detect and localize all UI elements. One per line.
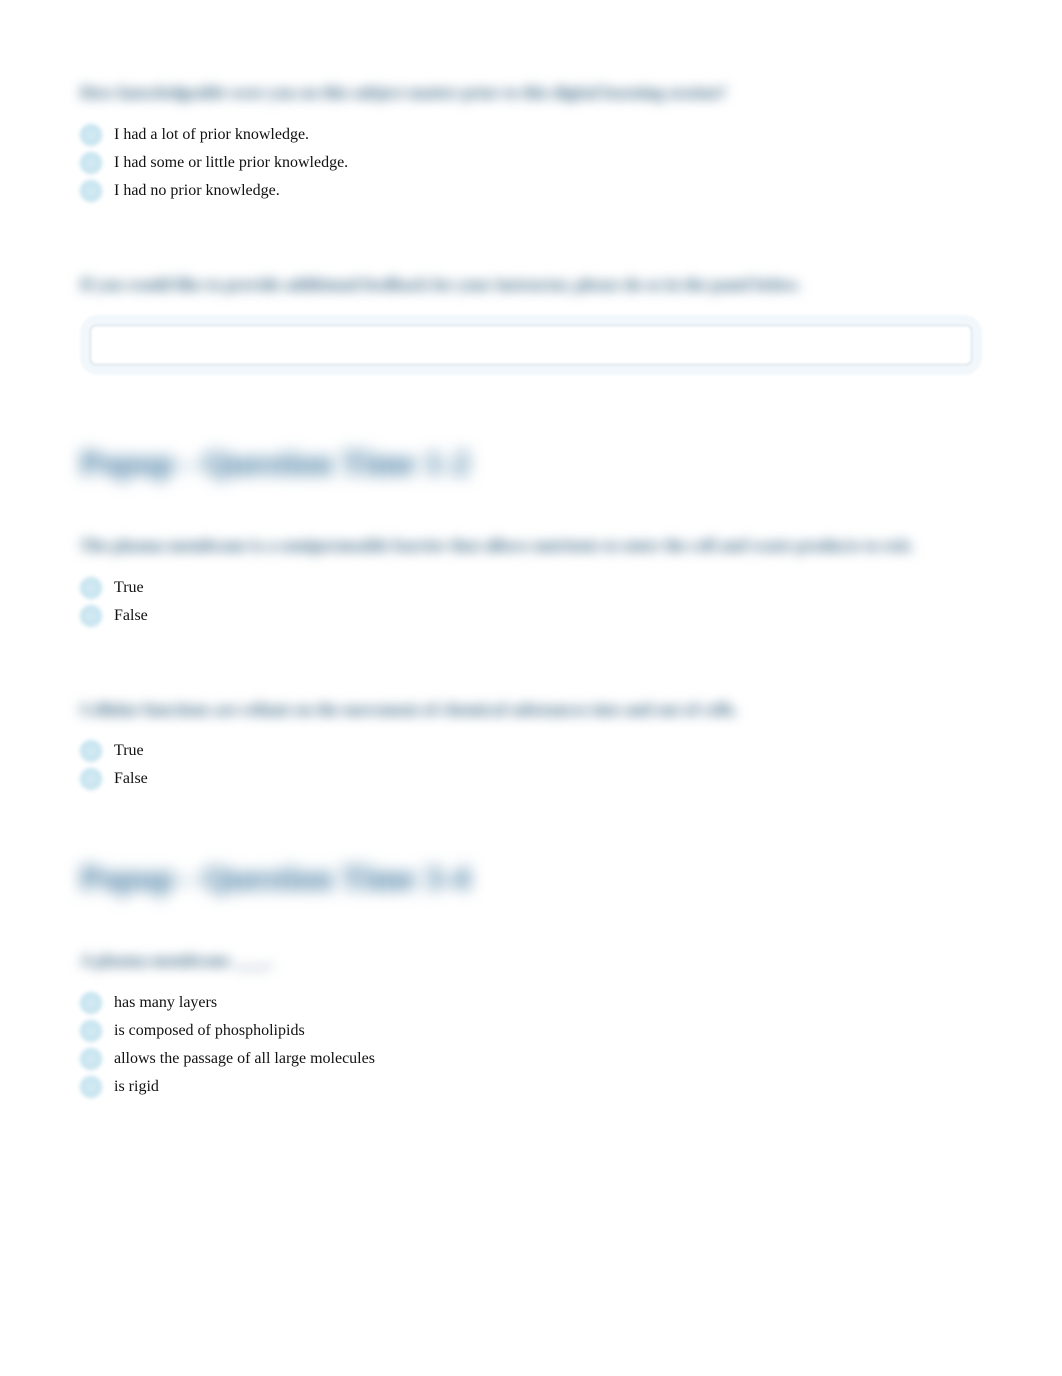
section-header: Popup - Question Time 3-4 bbox=[80, 860, 982, 898]
option-label: allows the passage of all large molecule… bbox=[114, 1050, 375, 1068]
section-header: Popup - Question Time 1-2 bbox=[80, 445, 982, 483]
radio-icon[interactable] bbox=[80, 605, 102, 627]
option-label: True bbox=[114, 742, 144, 760]
option-row[interactable]: False bbox=[80, 605, 982, 627]
option-label: I had no prior knowledge. bbox=[114, 182, 280, 200]
option-row[interactable]: I had some or little prior knowledge. bbox=[80, 152, 982, 174]
radio-icon[interactable] bbox=[80, 124, 102, 146]
option-label: I had some or little prior knowledge. bbox=[114, 154, 348, 172]
feedback-input[interactable] bbox=[90, 325, 972, 365]
radio-icon[interactable] bbox=[80, 740, 102, 762]
radio-icon[interactable] bbox=[80, 152, 102, 174]
question-cellular-functions: Cellular functions are reliant on the mo… bbox=[80, 697, 982, 791]
radio-icon[interactable] bbox=[80, 768, 102, 790]
option-row[interactable]: allows the passage of all large molecule… bbox=[80, 1048, 982, 1070]
option-row[interactable]: True bbox=[80, 577, 982, 599]
option-row[interactable]: False bbox=[80, 768, 982, 790]
option-row[interactable]: True bbox=[80, 740, 982, 762]
option-row[interactable]: I had a lot of prior knowledge. bbox=[80, 124, 982, 146]
option-label: False bbox=[114, 607, 148, 625]
radio-icon[interactable] bbox=[80, 1076, 102, 1098]
question-prompt: Cellular functions are reliant on the mo… bbox=[80, 697, 982, 723]
option-label: False bbox=[114, 770, 148, 788]
radio-icon[interactable] bbox=[80, 1020, 102, 1042]
option-label: I had a lot of prior knowledge. bbox=[114, 126, 309, 144]
radio-icon[interactable] bbox=[80, 1048, 102, 1070]
question-prompt: If you would like to provide additional … bbox=[80, 272, 982, 298]
question-prompt: The plasma membrane is a semipermeable b… bbox=[80, 533, 982, 559]
question-prompt: How knowledgeable were you on this subje… bbox=[80, 80, 982, 106]
question-prompt: A plasma membrane ____. bbox=[80, 948, 982, 974]
option-row[interactable]: I had no prior knowledge. bbox=[80, 180, 982, 202]
option-label: has many layers bbox=[114, 994, 217, 1012]
question-plasma-membrane-barrier: The plasma membrane is a semipermeable b… bbox=[80, 533, 982, 627]
option-row[interactable]: has many layers bbox=[80, 992, 982, 1014]
question-plasma-membrane-property: A plasma membrane ____. has many layers … bbox=[80, 948, 982, 1098]
option-label: is composed of phospholipids bbox=[114, 1022, 305, 1040]
radio-icon[interactable] bbox=[80, 180, 102, 202]
option-row[interactable]: is composed of phospholipids bbox=[80, 1020, 982, 1042]
question-prior-knowledge: How knowledgeable were you on this subje… bbox=[80, 80, 982, 202]
option-row[interactable]: is rigid bbox=[80, 1076, 982, 1098]
radio-icon[interactable] bbox=[80, 577, 102, 599]
feedback-input-wrap bbox=[80, 315, 982, 375]
question-feedback: If you would like to provide additional … bbox=[80, 272, 982, 376]
option-label: is rigid bbox=[114, 1078, 159, 1096]
radio-icon[interactable] bbox=[80, 992, 102, 1014]
option-label: True bbox=[114, 579, 144, 597]
